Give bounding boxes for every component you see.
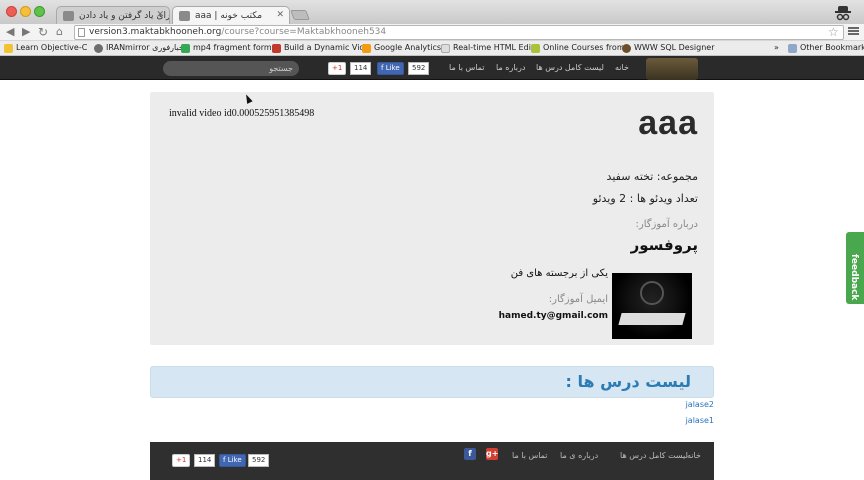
bookmark-item[interactable]: Google Analytics bbox=[362, 43, 441, 53]
browser-tab-course[interactable]: aaa | مکتب خونه ✕ bbox=[172, 6, 290, 24]
page-icon bbox=[78, 28, 85, 37]
course-title: aaa bbox=[638, 104, 698, 142]
minimize-window-button[interactable] bbox=[20, 6, 31, 17]
wrench-icon[interactable] bbox=[848, 26, 859, 36]
bookmark-favicon-icon bbox=[362, 44, 371, 53]
site-navbar: جستجو +1 114 f Like 592 تماس با ما دربار… bbox=[0, 56, 864, 80]
forward-icon[interactable]: ▶ bbox=[22, 25, 30, 38]
gplus-button[interactable]: +1 bbox=[328, 62, 347, 75]
bookmark-item[interactable]: Learn Objective-C bbox=[4, 43, 87, 53]
lesson-link[interactable]: jalase2 bbox=[686, 400, 714, 409]
about-teacher-label: درباره آموزگار: bbox=[635, 219, 699, 230]
tab-title: aaa | مکتب خونه bbox=[195, 11, 263, 21]
site-search-input[interactable]: جستجو bbox=[163, 61, 299, 76]
nav-courses-link[interactable]: لیست کامل درس ها bbox=[536, 63, 604, 72]
footer-gplus-count: 114 bbox=[194, 454, 216, 467]
course-collection: مجموعه: تخته سفید bbox=[606, 170, 698, 183]
bookmarks-overflow-button[interactable]: » bbox=[774, 43, 779, 52]
browser-toolbar: ◀ ▶ ↻ ⌂ version3.maktabkhooneh.org/cours… bbox=[0, 24, 864, 41]
footer-courses-link[interactable]: لیست کامل درس ها bbox=[620, 451, 688, 460]
bookmark-item[interactable]: Online Courses from bbox=[531, 43, 625, 53]
close-window-button[interactable] bbox=[6, 6, 17, 17]
video-error-message: invalid video id0.000525951385498 bbox=[169, 108, 315, 119]
footer-contact-link[interactable]: تماس با ما bbox=[512, 451, 548, 460]
teacher-email-label: ایمیل آموزگار: bbox=[548, 294, 608, 305]
home-icon[interactable]: ⌂ bbox=[56, 25, 63, 38]
url-path: /course?course=Maktabkhooneh534 bbox=[221, 27, 387, 37]
bookmark-favicon-icon bbox=[181, 44, 190, 53]
teacher-bio: یکی از برجسته های فن bbox=[510, 268, 608, 279]
footer-about-link[interactable]: درباره ی ما bbox=[560, 451, 598, 460]
bookmark-item[interactable]: mp4 fragment form bbox=[181, 43, 272, 53]
bookmark-favicon-icon bbox=[272, 44, 281, 53]
url-host: version3.maktabkhooneh.org bbox=[89, 27, 222, 37]
fb-like-count: 592 bbox=[408, 62, 430, 75]
bookmark-star-icon[interactable]: ☆ bbox=[828, 25, 839, 39]
bookmark-favicon-icon bbox=[4, 44, 13, 53]
footer-fb-like-button[interactable]: f Like bbox=[219, 454, 246, 467]
close-tab-icon[interactable]: ✕ bbox=[156, 10, 164, 20]
footer-gplus-button[interactable]: +1 bbox=[172, 454, 191, 467]
nav-about-link[interactable]: درباره ما bbox=[496, 63, 525, 72]
course-video-count: تعداد ویدئو ها : 2 ویدئو bbox=[592, 192, 698, 205]
fb-like-button[interactable]: f Like bbox=[377, 62, 404, 75]
bookmark-item[interactable]: WWW SQL Designer bbox=[622, 43, 714, 53]
teacher-avatar bbox=[612, 273, 692, 339]
nav-home-link[interactable]: خانه bbox=[615, 63, 629, 72]
site-logo[interactable] bbox=[646, 58, 698, 80]
bookmark-item[interactable]: IRANmirror اخبارفوری bbox=[94, 43, 186, 53]
google-plus-icon[interactable]: g+ bbox=[486, 448, 498, 460]
feedback-label: feedback bbox=[849, 254, 859, 301]
site-footer: خانه لیست کامل درس ها درباره ی ما تماس ب… bbox=[150, 442, 714, 480]
facebook-icon[interactable]: f bbox=[464, 448, 476, 460]
favicon-icon bbox=[179, 11, 190, 21]
bookmark-favicon-icon bbox=[531, 44, 540, 53]
reload-icon[interactable]: ↻ bbox=[38, 25, 48, 39]
bookmark-favicon-icon bbox=[94, 44, 103, 53]
bookmark-favicon-icon bbox=[441, 44, 450, 53]
footer-home-link[interactable]: خانه bbox=[687, 451, 701, 460]
other-bookmarks-folder[interactable]: Other Bookmarks bbox=[788, 43, 864, 53]
lesson-link[interactable]: jalase1 bbox=[686, 416, 714, 425]
gplus-count: 114 bbox=[350, 62, 372, 75]
teacher-email: hamed.ty@gmail.com bbox=[498, 311, 608, 321]
zoom-window-button[interactable] bbox=[34, 6, 45, 17]
browser-tab-home[interactable]: خانه | جایی برای یاد گرفتن و یاد دادن ✕ bbox=[56, 6, 170, 24]
bookmark-item[interactable]: Real-time HTML Edi bbox=[441, 43, 531, 53]
address-bar[interactable]: version3.maktabkhooneh.org/course?course… bbox=[74, 25, 844, 40]
teacher-name: پروفسور bbox=[630, 236, 698, 254]
folder-icon bbox=[788, 44, 797, 53]
feedback-tab[interactable]: feedback bbox=[846, 232, 864, 304]
bookmark-favicon-icon bbox=[622, 44, 631, 53]
bookmark-item[interactable]: Build a Dynamic Vid bbox=[272, 43, 365, 53]
footer-fb-like-count: 592 bbox=[248, 454, 270, 467]
lessons-heading-box: لیست درس ها : bbox=[150, 366, 714, 398]
course-card: invalid video id0.000525951385498 aaa مج… bbox=[150, 92, 714, 345]
bookmarks-bar: Learn Objective-C IRANmirror اخبارفوری m… bbox=[0, 41, 864, 56]
close-tab-icon[interactable]: ✕ bbox=[276, 10, 284, 20]
lessons-heading: لیست درس ها : bbox=[565, 372, 691, 391]
back-icon[interactable]: ◀ bbox=[6, 25, 14, 38]
browser-titlebar: خانه | جایی برای یاد گرفتن و یاد دادن ✕ … bbox=[0, 0, 864, 24]
new-tab-button[interactable] bbox=[290, 10, 310, 20]
incognito-icon bbox=[835, 6, 851, 21]
favicon-icon bbox=[63, 11, 74, 21]
nav-contact-link[interactable]: تماس با ما bbox=[449, 63, 485, 72]
